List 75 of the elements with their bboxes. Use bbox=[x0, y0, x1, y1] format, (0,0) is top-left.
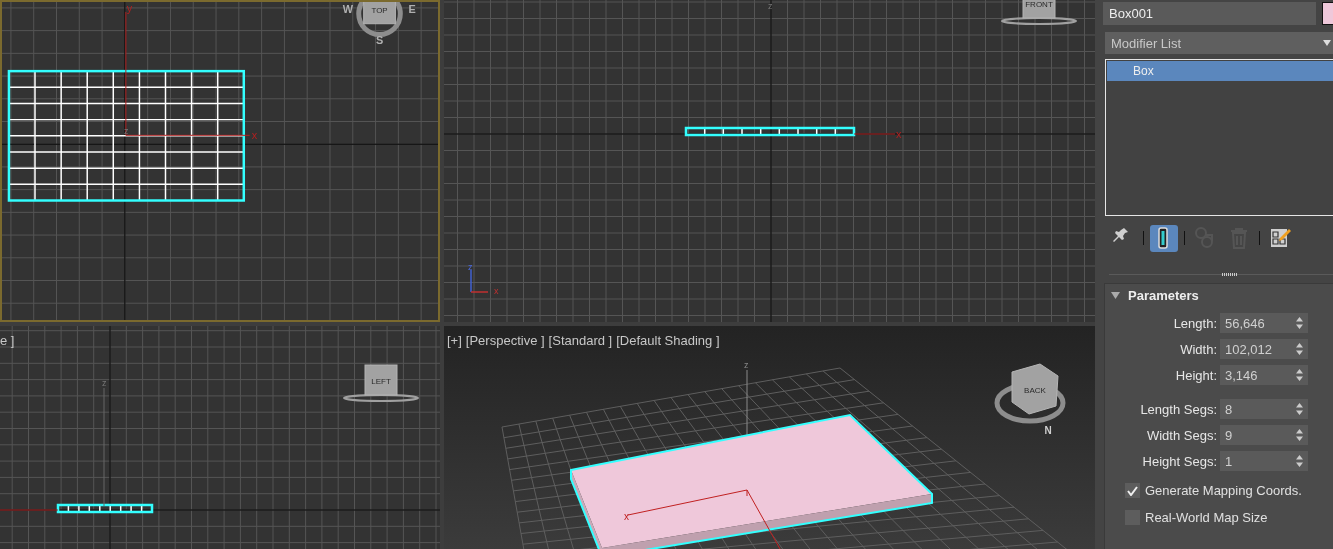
axis-label: x bbox=[624, 511, 629, 522]
axis-label: y bbox=[126, 2, 133, 14]
compass-label: S bbox=[375, 34, 384, 47]
rollout-title: Parameters bbox=[1128, 287, 1199, 303]
compass-label: W bbox=[342, 2, 353, 15]
field-label: Length: bbox=[1172, 315, 1217, 331]
view-cube[interactable] bbox=[343, 364, 419, 402]
check-mark-icon bbox=[1127, 485, 1138, 496]
axis-label: z bbox=[468, 262, 473, 272]
viewport[interactable]: z LEFT e ] bbox=[0, 326, 440, 549]
viewport-menu[interactable]: [Default Shading ] bbox=[616, 333, 720, 348]
viewport[interactable]: z x FRONT z x bbox=[444, 0, 1095, 322]
name-field[interactable]: Box001 bbox=[1103, 2, 1316, 25]
axis-label: z bbox=[768, 1, 773, 11]
spinner-arrows-icon[interactable] bbox=[1296, 403, 1303, 415]
checkbox[interactable] bbox=[1125, 483, 1140, 498]
dropdown-value: Modifier List bbox=[1111, 35, 1182, 51]
view-cube[interactable] bbox=[356, 2, 403, 38]
spinner-field[interactable]: 102,012 bbox=[1220, 339, 1308, 359]
viewport-menu[interactable]: [Standard ] bbox=[548, 333, 613, 348]
axis-tripod-icon bbox=[470, 269, 489, 293]
spinner-arrows-icon[interactable] bbox=[1296, 343, 1303, 355]
checkbox-label: Generate Mapping Coords. bbox=[1145, 483, 1302, 498]
compass-label: E bbox=[408, 2, 416, 15]
box-wireframe[interactable] bbox=[56, 503, 154, 514]
viewport-menu[interactable]: e ] bbox=[0, 333, 15, 348]
viewport[interactable]: z x BACK N [+] [Perspective ] [Standard ] [Default Shading ] bbox=[444, 326, 1095, 549]
axis-label: z bbox=[744, 360, 749, 370]
box-wireframe[interactable] bbox=[684, 126, 856, 137]
spinner-field[interactable]: 56,646 bbox=[1220, 313, 1308, 333]
dropdown-caret-icon bbox=[1323, 40, 1331, 46]
field-label: Width Segs: bbox=[1145, 427, 1217, 443]
axis-label: z bbox=[123, 126, 129, 137]
spinner-arrows-icon[interactable] bbox=[1296, 317, 1303, 329]
field-label: Height: bbox=[1174, 367, 1217, 383]
axis-label: x bbox=[896, 128, 902, 140]
view-cube-label: LEFT bbox=[371, 377, 391, 386]
box-wireframe[interactable] bbox=[7, 69, 245, 202]
view-cube-label: BACK bbox=[1024, 386, 1046, 395]
pivot-axis-line bbox=[853, 133, 896, 135]
field-value: 9 bbox=[1225, 427, 1233, 443]
axis-label: x bbox=[251, 129, 258, 142]
box-model[interactable] bbox=[570, 413, 933, 549]
view-cube[interactable] bbox=[994, 363, 1066, 424]
compass-label: N bbox=[1044, 425, 1052, 436]
axis-label: x bbox=[494, 286, 499, 296]
field-value: 3,146 bbox=[1225, 367, 1258, 383]
spinner-field[interactable]: 9 bbox=[1220, 425, 1308, 445]
view-cube[interactable] bbox=[1001, 0, 1077, 25]
modifier-stack-list[interactable]: Box bbox=[1105, 59, 1333, 216]
modifier-list-dropdown[interactable]: Modifier List bbox=[1105, 32, 1333, 54]
field-value: 56,646 bbox=[1225, 315, 1265, 331]
stack-tool-button[interactable] bbox=[1150, 224, 1178, 252]
checkbox-label: Real-World Map Size bbox=[1145, 510, 1268, 525]
spinner-arrows-icon[interactable] bbox=[1296, 369, 1303, 381]
field-label: Length Segs: bbox=[1139, 401, 1217, 417]
spinner-arrows-icon[interactable] bbox=[1296, 429, 1303, 441]
field-value: 102,012 bbox=[1225, 341, 1272, 357]
field-value: 1 bbox=[1225, 453, 1233, 469]
viewport-menu[interactable]: [+] bbox=[447, 333, 462, 348]
spinner-field[interactable]: 8 bbox=[1220, 399, 1308, 419]
spinner-field[interactable]: 1 bbox=[1220, 451, 1308, 471]
field-label: Height Segs: bbox=[1141, 453, 1217, 469]
field-label: Width: bbox=[1179, 341, 1217, 357]
axis-label: z bbox=[102, 378, 107, 388]
pivot-axis-line bbox=[0, 509, 59, 511]
stack-item[interactable]: Box bbox=[1107, 61, 1333, 81]
rollout-header[interactable]: Parameters bbox=[1105, 284, 1333, 306]
viewport-menu[interactable]: [Perspective ] bbox=[465, 333, 545, 348]
spinner-arrows-icon[interactable] bbox=[1296, 455, 1303, 467]
grid-pencil-icon bbox=[1269, 226, 1291, 250]
field-value: 8 bbox=[1225, 401, 1233, 417]
view-cube-label: FRONT bbox=[1025, 0, 1053, 9]
spinner-field[interactable]: 3,146 bbox=[1220, 365, 1308, 385]
resize-handle-icon[interactable] bbox=[1222, 273, 1238, 276]
